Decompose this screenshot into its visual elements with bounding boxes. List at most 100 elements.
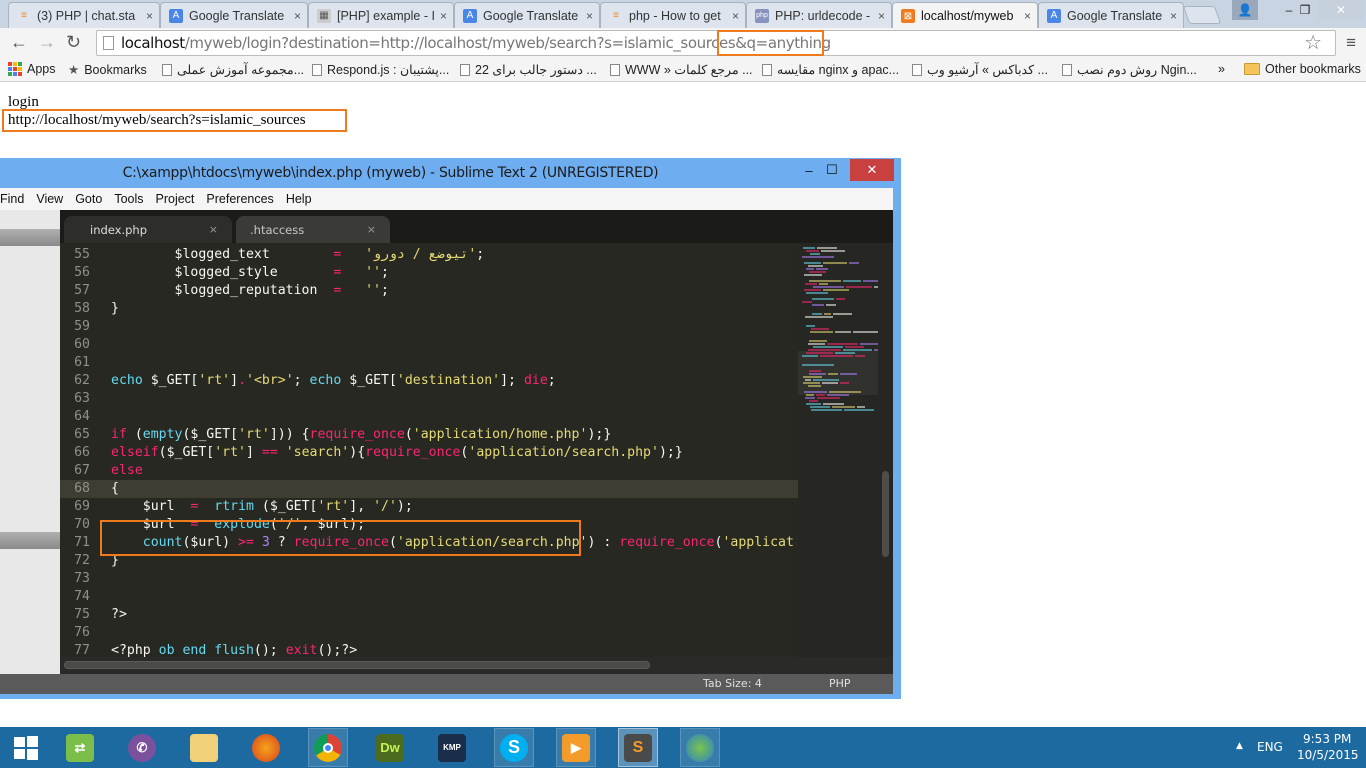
code-line[interactable]: 65 if (empty($_GET['rt'])) {require_once(… [60, 426, 798, 444]
taskbar-idm[interactable] [680, 728, 720, 767]
browser-tab[interactable]: A Google Translate × [454, 2, 600, 28]
new-tab-button[interactable] [1182, 6, 1222, 24]
menu-help[interactable]: Help [286, 192, 312, 206]
taskbar-file-explorer[interactable] [184, 728, 224, 767]
scrollbar-thumb[interactable] [64, 661, 650, 669]
code-line[interactable]: 67 else [60, 462, 798, 480]
menu-project[interactable]: Project [156, 192, 195, 206]
browser-tab-active[interactable]: ⊠ localhost/myweb × [892, 2, 1038, 29]
scrollbar-thumb[interactable] [882, 471, 889, 557]
code-line[interactable]: 62 echo $_GET['rt'].'<br>'; echo $_GET['d… [60, 372, 798, 390]
sublime-minimize-button[interactable]: – [798, 159, 820, 181]
taskbar-chrome[interactable] [308, 728, 348, 767]
taskbar-network-drive[interactable]: ⇄ [60, 728, 100, 767]
code-line[interactable]: 59 [60, 318, 798, 336]
tab-close-icon[interactable]: × [586, 9, 593, 23]
minimap[interactable] [798, 243, 878, 657]
menu-preferences[interactable]: Preferences [206, 192, 273, 206]
bookmark-item[interactable]: مجموعه آموزش عملی... [162, 62, 304, 77]
horizontal-scrollbar[interactable] [60, 657, 893, 674]
code-line[interactable]: 77 <?php ob end flush(); exit();?> [60, 642, 798, 657]
tab-close-icon[interactable]: × [1170, 9, 1177, 23]
code-area[interactable]: 55 $logged_text = 'تیوضع / دورو'; 56 $log… [60, 243, 798, 657]
minimap-stroke [846, 286, 872, 288]
bookmark-apps[interactable]: Apps [8, 62, 56, 76]
code-line[interactable]: 64 [60, 408, 798, 426]
forward-button[interactable]: → [38, 32, 56, 53]
code-line[interactable]: 55 $logged_text = 'تیوضع / دورو'; [60, 246, 798, 264]
browser-tab[interactable]: php PHP: urldecode - × [746, 2, 892, 28]
bookmark-item[interactable]: مقایسه nginx و apac... [762, 62, 899, 77]
tab-close-icon[interactable]: × [146, 9, 153, 23]
line-number: 65 [74, 427, 90, 442]
editor-tab-htaccess[interactable]: .htaccess × [236, 216, 390, 243]
bookmark-star-icon[interactable]: ☆ [1304, 30, 1322, 55]
maximize-button[interactable]: ❐ [1292, 0, 1318, 20]
user-profile-icon[interactable]: 👤 [1232, 0, 1258, 20]
menu-goto[interactable]: Goto [75, 192, 102, 206]
taskbar-firefox[interactable] [246, 728, 286, 767]
tab-close-icon[interactable]: × [440, 9, 447, 23]
bookmark-item[interactable]: کدباکس » آرشیو وب ... [912, 62, 1048, 77]
code-line[interactable]: 76 [60, 624, 798, 642]
start-button[interactable] [6, 728, 46, 767]
code-line[interactable]: 60 [60, 336, 798, 354]
tab-close-icon[interactable]: × [294, 9, 301, 23]
browser-tab[interactable]: ≡ (3) PHP | chat.sta × [8, 2, 160, 28]
tab-close-icon[interactable]: × [1024, 9, 1031, 23]
taskbar-skype[interactable]: S [494, 728, 534, 767]
tab-close-icon[interactable]: × [209, 223, 218, 236]
code-line[interactable]: 63 [60, 390, 798, 408]
bookmark-item[interactable]: 22 دستور جالب برای ... [460, 62, 597, 77]
minimap-stroke [822, 382, 838, 384]
browser-tab[interactable]: ≡ php - How to get × [600, 2, 746, 28]
browser-tab[interactable]: A Google Translate × [1038, 2, 1184, 28]
address-bar[interactable]: localhost/myweb/login?destination=http:/… [96, 30, 1336, 56]
code-line[interactable]: 74 [60, 588, 798, 606]
taskbar-dreamweaver[interactable]: Dw [370, 728, 410, 767]
syntax-indicator[interactable]: PHP [829, 677, 851, 690]
menu-view[interactable]: View [36, 192, 63, 206]
editor-tab-index-php[interactable]: index.php × [64, 216, 232, 243]
menu-find[interactable]: Find [0, 192, 24, 206]
browser-tab[interactable]: ▦ [PHP] example - I × [308, 2, 454, 28]
code-line[interactable]: 66 elseif($_GET['rt'] == 'search'){requir… [60, 444, 798, 462]
code-line[interactable]: 58} [60, 300, 798, 318]
other-bookmarks[interactable]: Other bookmarks [1244, 62, 1361, 76]
tab-close-icon[interactable]: × [367, 223, 376, 236]
code-line[interactable]: 61 [60, 354, 798, 372]
minimap-stroke [810, 406, 830, 408]
bookmark-item[interactable]: Respond.js : پشتیبان... [312, 62, 449, 77]
code-line[interactable]: 69 $url = rtrim ($_GET['rt'], '/'); [60, 498, 798, 516]
language-indicator[interactable]: ENG [1257, 740, 1283, 754]
clock-date[interactable]: 10/5/2015 [1297, 748, 1359, 762]
sublime-maximize-button[interactable]: ☐ [820, 159, 844, 181]
tab-size-indicator[interactable]: Tab Size: 4 [703, 677, 762, 690]
menu-tools[interactable]: Tools [114, 192, 143, 206]
reload-button[interactable]: ↻ [66, 32, 81, 53]
taskbar-kmplayer[interactable]: KMP [432, 728, 472, 767]
taskbar-sublime-text[interactable]: S [618, 728, 658, 767]
bookmark-item[interactable]: روش دوم نصب Ngin... [1062, 62, 1197, 77]
code-line[interactable]: 56 $logged_style = ''; [60, 264, 798, 282]
clock-time[interactable]: 9:53 PM [1303, 732, 1351, 746]
code-line[interactable]: 68 { [60, 480, 798, 498]
chrome-menu-icon[interactable]: ≡ [1346, 33, 1356, 53]
tab-close-icon[interactable]: × [878, 9, 885, 23]
browser-tab[interactable]: A Google Translate × [160, 2, 308, 28]
code-line[interactable]: 57 $logged_reputation = ''; [60, 282, 798, 300]
close-window-button[interactable]: ✕ [1318, 0, 1364, 20]
taskbar-viber[interactable]: ✆ [122, 728, 162, 767]
vertical-scrollbar[interactable] [878, 243, 893, 657]
sublime-close-button[interactable]: ✕ [850, 159, 894, 181]
code-line[interactable]: 75 ?> [60, 606, 798, 624]
bookmark-bookmarks[interactable]: ★ Bookmarks [68, 62, 147, 78]
tab-close-icon[interactable]: × [732, 9, 739, 23]
bookmarks-overflow-button[interactable]: » [1218, 62, 1225, 76]
taskbar-media-player[interactable]: ▶ [556, 728, 596, 767]
code-line[interactable]: 73 [60, 570, 798, 588]
google-translate-icon: A [463, 8, 477, 23]
tray-overflow-icon[interactable]: ▲ [1236, 741, 1243, 751]
back-button[interactable]: ← [10, 32, 28, 53]
bookmark-item[interactable]: WWW » مرجع کلمات ... [610, 62, 753, 77]
